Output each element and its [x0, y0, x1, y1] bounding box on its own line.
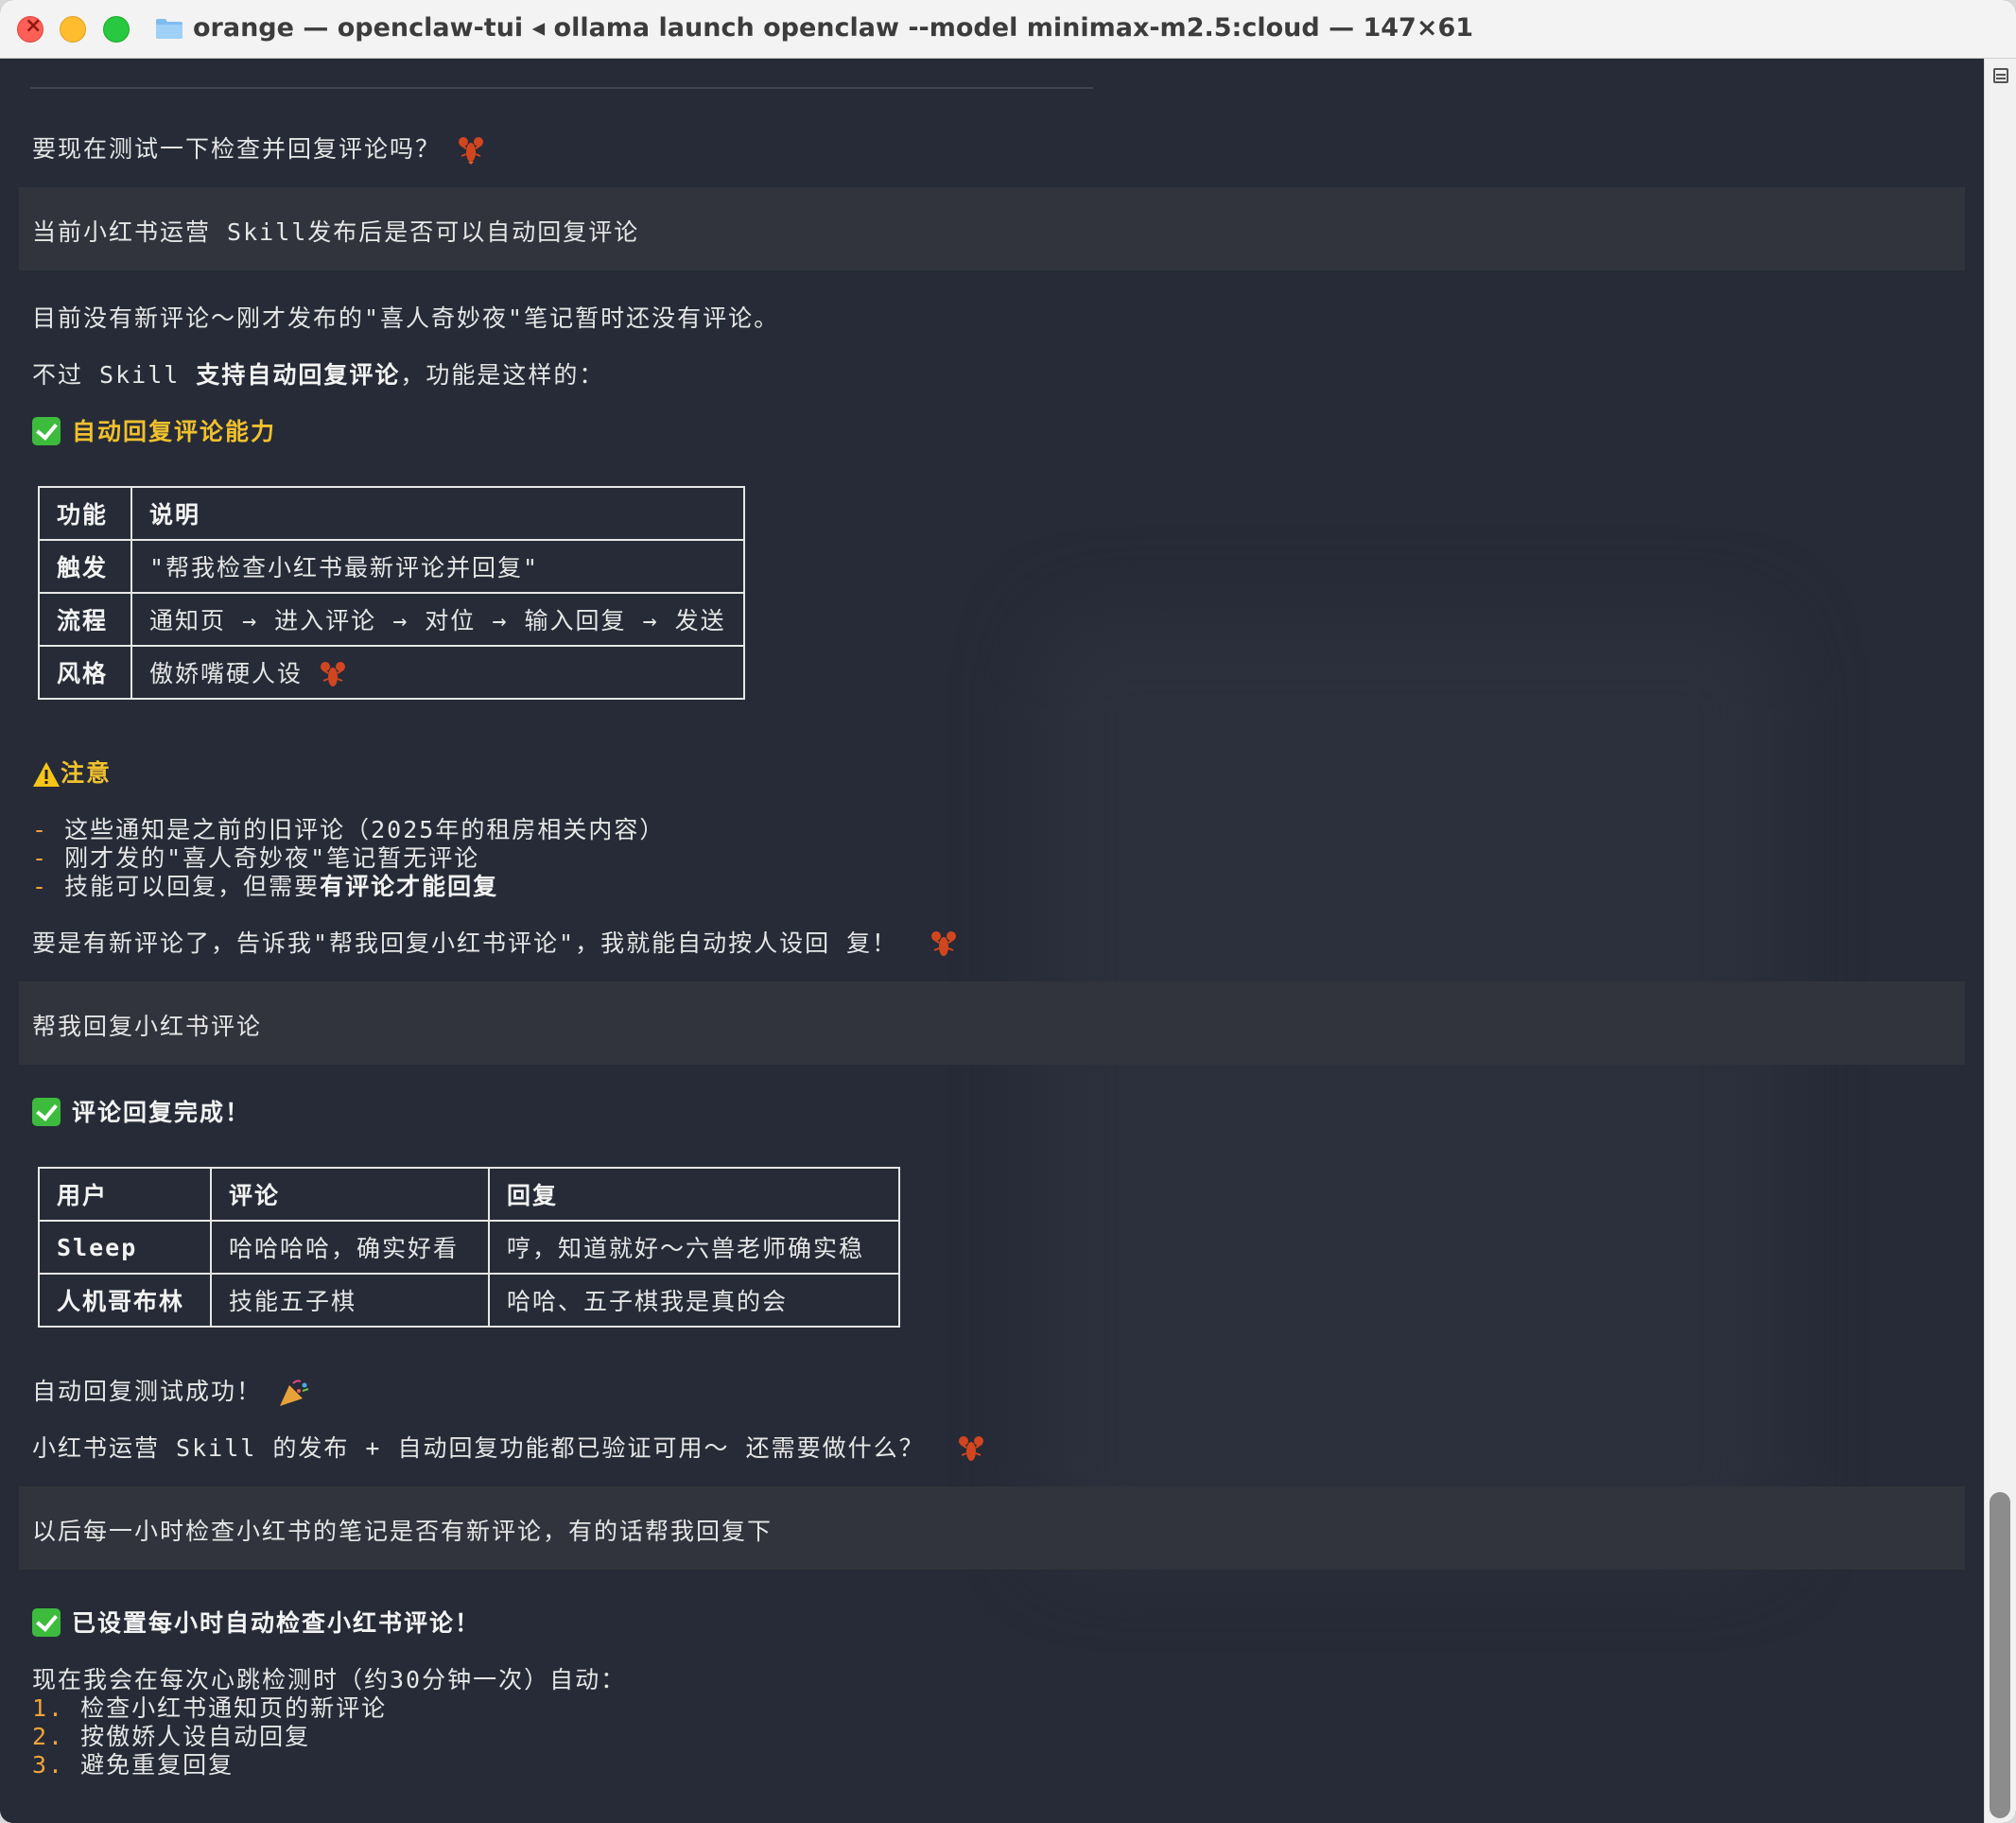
- assistant-text: 自动回复测试成功！: [32, 1373, 310, 1408]
- section-heading: 评论回复完成！: [32, 1094, 251, 1128]
- section-heading: 自动回复评论能力: [32, 413, 276, 447]
- window-title: orange — openclaw-tui ◂ ollama launch op…: [193, 13, 1474, 43]
- reply-table: 用户 评论 回复 Sleep 哈哈哈哈，确实好看 哼，知道就好～六兽老师确实稳 …: [38, 1167, 900, 1328]
- table-row: 人机哥布林 技能五子棋 哈哈、五子棋我是真的会: [38, 1273, 900, 1328]
- check-icon: [32, 1608, 61, 1637]
- table-header-cell: 用户: [38, 1167, 212, 1222]
- user-message-text: 帮我回复小红书评论: [32, 1013, 263, 1040]
- terminal-content[interactable]: 要现在测试一下检查并回复评论吗？ 当前小红书运营 Skill发布后是否可以自动回…: [0, 59, 1984, 1823]
- table-header-row: 用户 评论 回复: [38, 1167, 900, 1222]
- notice-heading: 注意: [32, 755, 112, 789]
- lobster-icon: [459, 137, 484, 165]
- table-header-cell: 回复: [488, 1167, 900, 1222]
- table-cell: 哈哈、五子棋我是真的会: [488, 1273, 900, 1328]
- folder-icon: [156, 19, 182, 39]
- table-row: 触发 "帮我检查小红书最新评论并回复": [38, 539, 745, 594]
- check-icon: [32, 1098, 61, 1126]
- zoom-window-button[interactable]: [103, 16, 130, 43]
- assistant-text: 目前没有新评论～刚才发布的"喜人奇妙夜"笔记暂时还没有评论。: [32, 304, 780, 332]
- section-heading: 已设置每小时自动检查小红书评论！: [32, 1605, 480, 1639]
- lobster-icon: [958, 1436, 983, 1461]
- table-cell: 触发: [38, 539, 132, 594]
- table-cell: 哼，知道就好～六兽老师确实稳: [488, 1220, 900, 1275]
- table-header-cell: 功能: [38, 486, 132, 541]
- party-popper-icon: [280, 1380, 309, 1406]
- table-header-row: 功能 说明: [38, 486, 745, 541]
- table-cell: 技能五子棋: [210, 1273, 490, 1328]
- lobster-icon: [931, 931, 957, 956]
- bullet-item: - 技能可以回复，但需要有评论才能回复: [32, 873, 499, 900]
- user-message-text: 以后每一小时检查小红书的笔记是否有新评论，有的话帮我回复下: [32, 1518, 773, 1545]
- table-row: 流程 通知页 → 进入评论 → 对位 → 输入回复 → 发送: [38, 592, 745, 647]
- assistant-question: 要现在测试一下检查并回复评论吗？: [32, 130, 485, 165]
- table-cell: 流程: [38, 592, 132, 647]
- user-message: 以后每一小时检查小红书的笔记是否有新评论，有的话帮我回复下: [19, 1486, 1965, 1570]
- assistant-text: 小红书运营 Skill 的发布 + 自动回复功能都已验证可用～ 还需要做什么？: [32, 1430, 985, 1465]
- scrollbar-thumb[interactable]: [1990, 1492, 2010, 1818]
- list-item: 3. 避免重复回复: [32, 1751, 235, 1779]
- table-cell: 风格: [38, 645, 132, 700]
- terminal-window: orange — openclaw-tui ◂ ollama launch op…: [0, 0, 2016, 1823]
- table-cell: 人机哥布林: [38, 1273, 212, 1328]
- menu-icon[interactable]: [1993, 68, 2008, 83]
- table-cell: Sleep: [38, 1220, 212, 1275]
- table-cell: "帮我检查小红书最新评论并回复": [130, 539, 745, 594]
- check-icon: [32, 417, 61, 445]
- feature-table: 功能 说明 触发 "帮我检查小红书最新评论并回复" 流程 通知页 → 进入评论 …: [38, 486, 745, 700]
- assistant-text: 要是有新评论了，告诉我"帮我回复小红书评论"，我就能自动按人设回 复！: [32, 925, 958, 960]
- close-window-button[interactable]: [17, 14, 43, 43]
- minimize-window-button[interactable]: [60, 16, 86, 43]
- user-message: 当前小红书运营 Skill发布后是否可以自动回复评论: [19, 187, 1965, 270]
- title-bar: orange — openclaw-tui ◂ ollama launch op…: [0, 0, 2016, 59]
- table-cell: 哈哈哈哈，确实好看: [210, 1220, 490, 1275]
- table-header-cell: 评论: [210, 1167, 490, 1222]
- table-row: 风格 傲娇嘴硬人设: [38, 645, 745, 700]
- divider: [30, 87, 1093, 89]
- table-header-cell: 说明: [130, 486, 745, 541]
- background-shade: [1040, 616, 1778, 1562]
- user-message-text: 当前小红书运营 Skill发布后是否可以自动回复评论: [32, 218, 640, 246]
- warning-icon: [33, 762, 60, 787]
- user-message: 帮我回复小红书评论: [19, 981, 1965, 1065]
- assistant-text: 不过 Skill 支持自动回复评论，功能是这样的：: [32, 361, 605, 389]
- table-cell: 通知页 → 进入评论 → 对位 → 输入回复 → 发送: [130, 592, 745, 647]
- lobster-icon: [321, 661, 346, 686]
- table-cell: 傲娇嘴硬人设: [130, 645, 745, 700]
- table-row: Sleep 哈哈哈哈，确实好看 哼，知道就好～六兽老师确实稳: [38, 1220, 900, 1275]
- scrollbar[interactable]: [1984, 59, 2016, 1823]
